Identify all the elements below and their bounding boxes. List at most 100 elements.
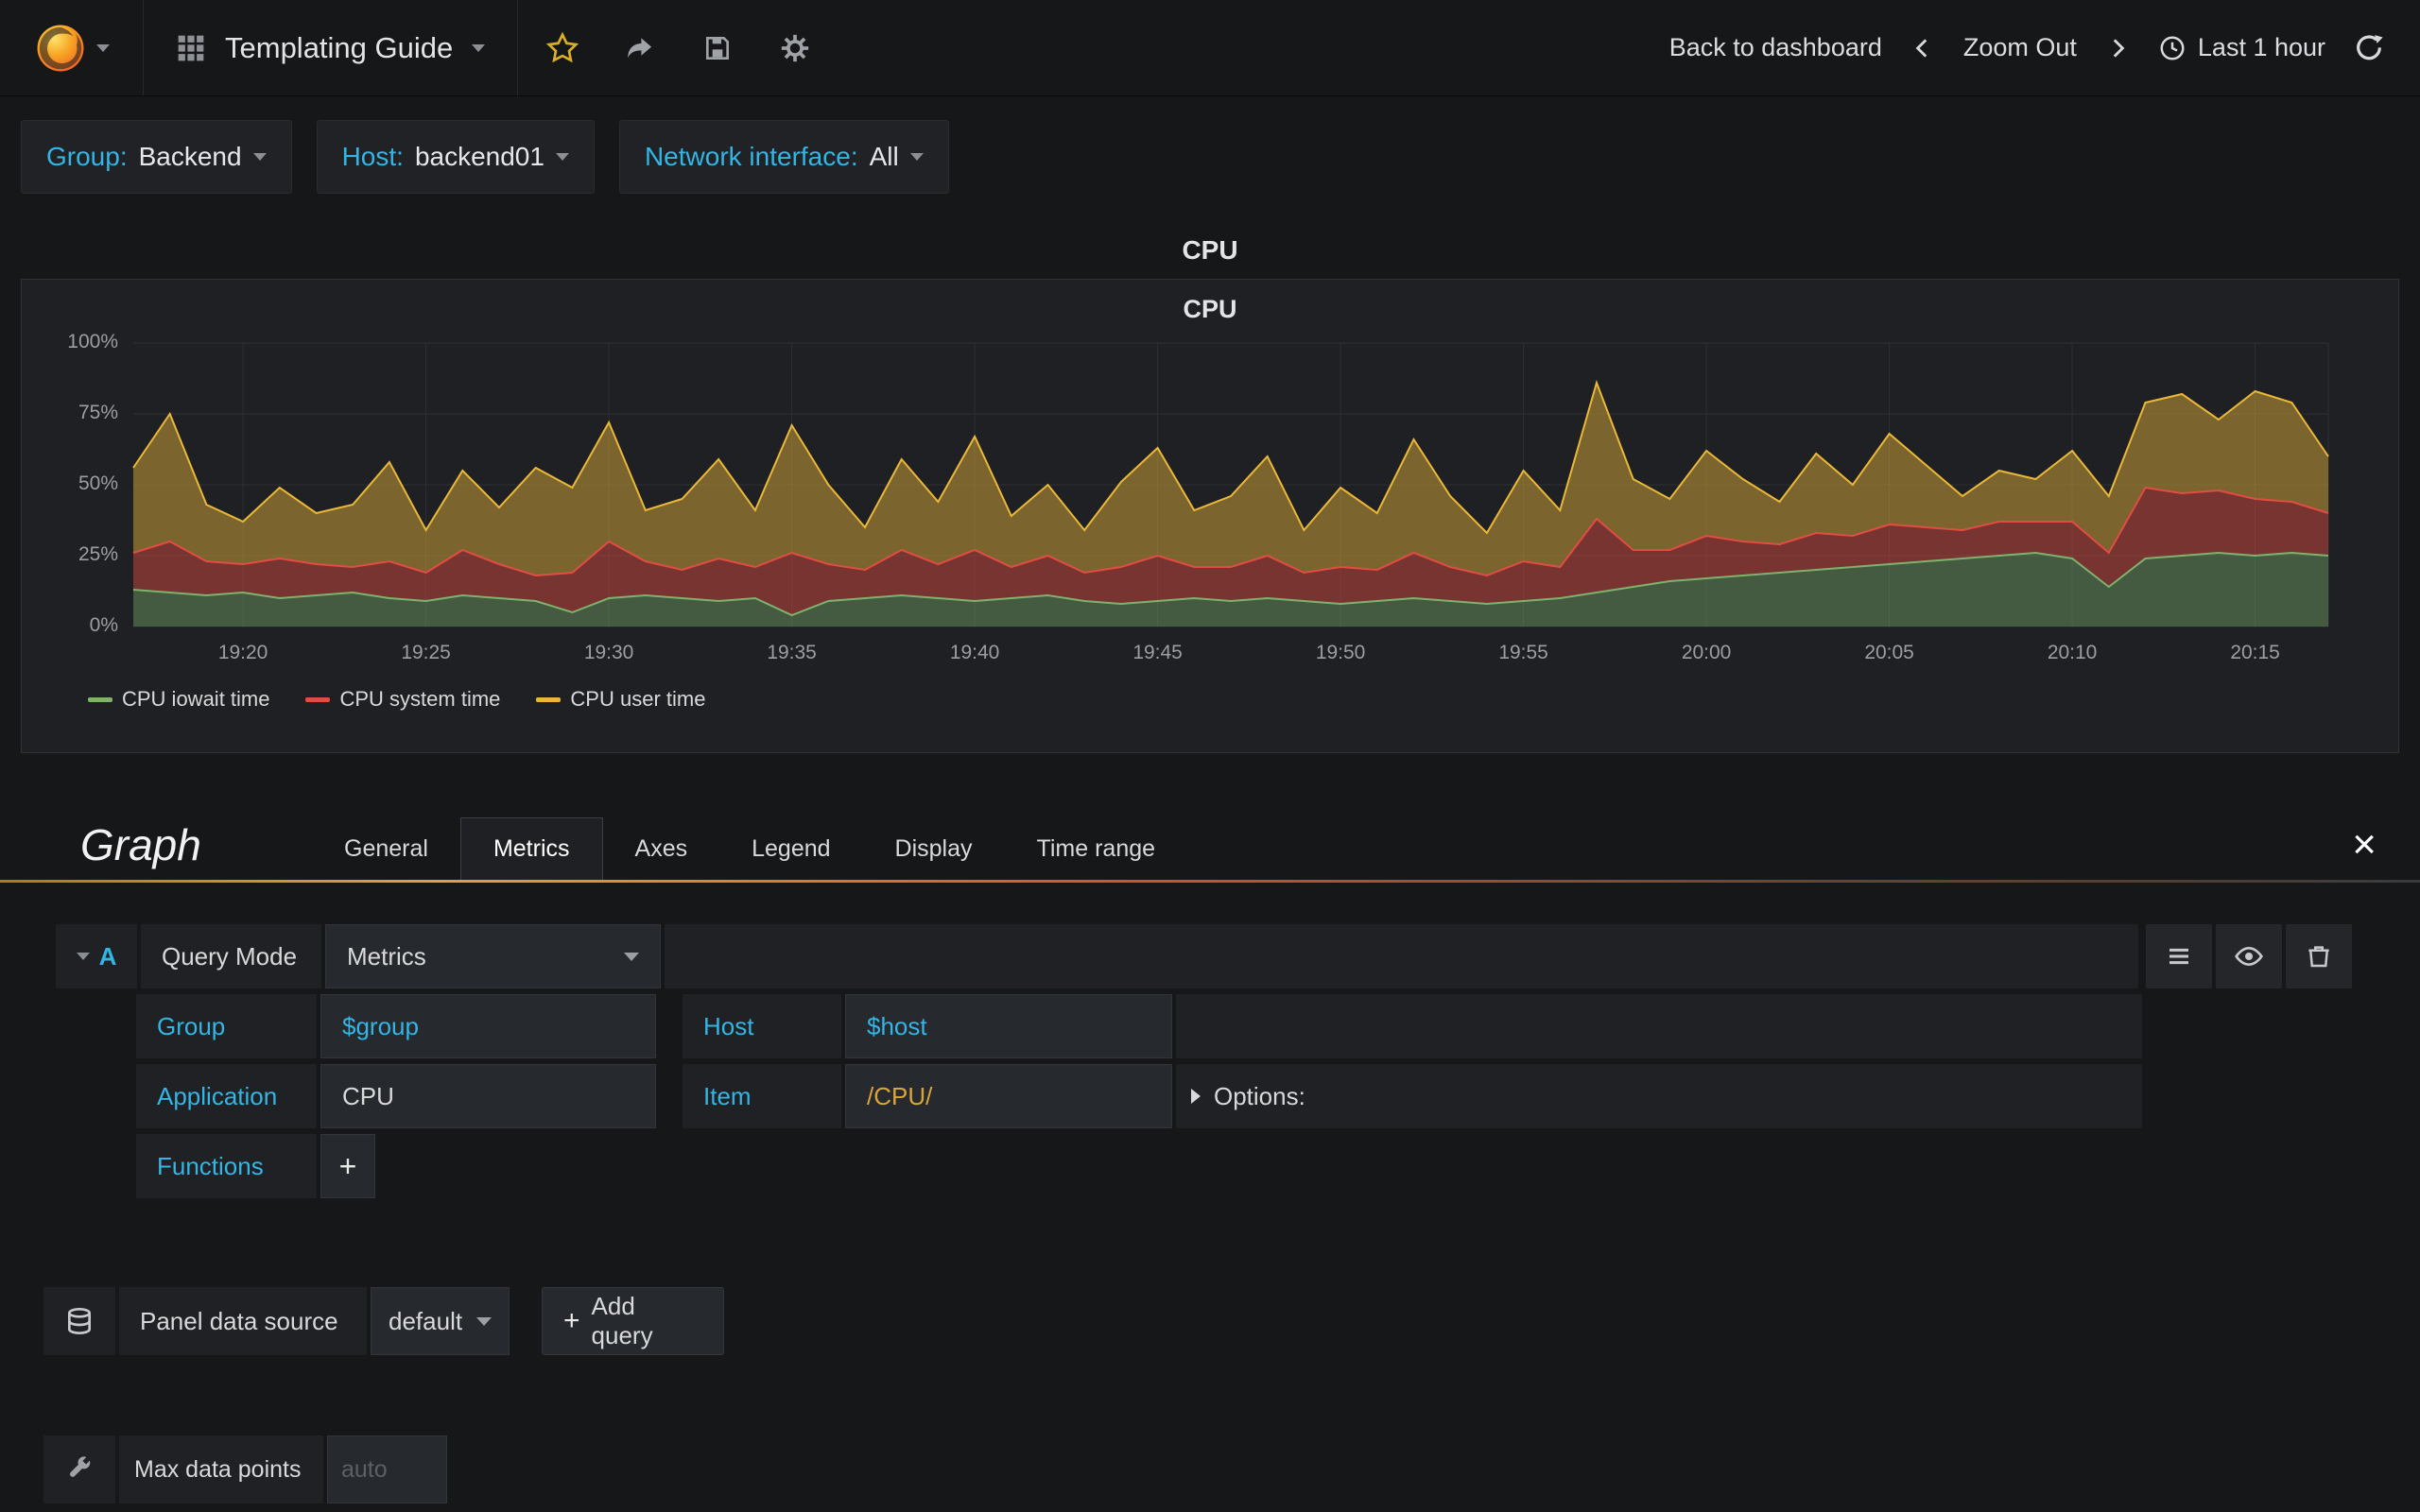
- panel-type-label: Graph: [80, 820, 201, 869]
- tab-time-range[interactable]: Time range: [1005, 818, 1188, 880]
- max-data-points-label: Max data points: [119, 1435, 323, 1503]
- datasource-label: Panel data source: [119, 1287, 367, 1355]
- query-disable-button[interactable]: [2216, 924, 2282, 988]
- share-button[interactable]: [601, 0, 679, 96]
- legend-item[interactable]: CPU user time: [536, 687, 705, 712]
- query-row-application-item: Application CPU Item /CPU/ Options:: [136, 1064, 2146, 1128]
- navbar-right: Back to dashboard Zoom Out Last 1 hour: [1669, 0, 2420, 95]
- close-icon[interactable]: ×: [2352, 823, 2377, 865]
- settings-button[interactable]: [756, 0, 834, 96]
- eye-icon: [2235, 946, 2263, 967]
- host-field[interactable]: $host: [845, 994, 1172, 1058]
- query-collapse-toggle[interactable]: A: [56, 924, 137, 988]
- legend-series-name: CPU system time: [339, 687, 501, 711]
- x-axis-label: 19:20: [217, 642, 268, 663]
- star-icon: [546, 31, 579, 62]
- query-delete-button[interactable]: [2286, 924, 2352, 988]
- query-mode-dropdown[interactable]: Metrics: [325, 924, 661, 988]
- navbar-actions: [518, 0, 834, 95]
- legend-series-swatch: [88, 696, 112, 702]
- panel-editor: Graph General Metrics Axes Legend Displa…: [0, 785, 2420, 1503]
- x-axis-label: 19:30: [583, 642, 634, 663]
- template-variables-row: Group: Backend Host: backend01 Network i…: [0, 96, 2420, 216]
- query-menu-button[interactable]: [2146, 924, 2212, 988]
- chevron-down-icon: [252, 153, 267, 161]
- dashboard-title: Templating Guide: [225, 30, 454, 64]
- application-field[interactable]: CPU: [320, 1064, 656, 1128]
- y-axis-label: 75%: [78, 402, 118, 423]
- max-data-points-input[interactable]: [327, 1435, 447, 1503]
- variable-netif-dropdown[interactable]: Network interface: All: [618, 120, 949, 194]
- host-value: $host: [867, 1011, 927, 1040]
- cpu-graph-plot[interactable]: [132, 342, 2329, 627]
- dashboard-title-button[interactable]: Templating Guide: [144, 0, 519, 95]
- legend-series-name: CPU user time: [570, 687, 706, 711]
- grafana-logo-button[interactable]: [0, 0, 144, 95]
- datasource-row: Panel data source default + Add query: [43, 1287, 2420, 1355]
- group-value: $group: [342, 1011, 419, 1040]
- query-letter: A: [98, 941, 117, 971]
- x-axis-label: 19:55: [1498, 642, 1548, 663]
- legend-item[interactable]: CPU system time: [305, 687, 500, 712]
- panel-title[interactable]: CPU: [22, 280, 2398, 324]
- save-button[interactable]: [679, 0, 756, 96]
- group-field[interactable]: $group: [320, 994, 656, 1058]
- query-row-spacer: [665, 924, 2138, 988]
- group-label: Group: [136, 994, 317, 1058]
- zoom-out-button[interactable]: Zoom Out: [1963, 33, 2077, 62]
- legend-series-swatch: [305, 696, 331, 702]
- x-axis-label: 20:00: [1681, 642, 1732, 663]
- query-editor: A Query Mode Metrics Group $group Host $…: [0, 924, 2420, 1503]
- chevron-down-icon: [476, 1316, 492, 1326]
- query-mode-value: Metrics: [347, 941, 426, 971]
- dashboard-grid-icon: [176, 33, 206, 63]
- options-toggle[interactable]: Options:: [1176, 1064, 2142, 1128]
- variable-label: Group:: [46, 142, 128, 171]
- gear-icon: [782, 34, 809, 61]
- graph-legend: CPU iowait time CPU system time CPU user t…: [88, 687, 705, 712]
- tab-legend[interactable]: Legend: [719, 818, 862, 880]
- share-icon: [628, 37, 652, 58]
- time-shift-right-button[interactable]: [2105, 34, 2130, 62]
- hamburger-menu-icon: [2169, 948, 2188, 965]
- query-mode-label: Query Mode: [141, 924, 321, 988]
- variable-value: All: [869, 142, 899, 171]
- chevron-down-icon: [472, 43, 486, 52]
- panel-header-title: CPU: [1182, 235, 1238, 265]
- grafana-logo-icon: [34, 22, 87, 75]
- tab-general[interactable]: General: [312, 818, 460, 880]
- time-shift-left-button[interactable]: [1910, 34, 1935, 62]
- time-picker-button[interactable]: Last 1 hour: [2158, 33, 2325, 62]
- variable-host-dropdown[interactable]: Host: backend01: [316, 120, 595, 194]
- query-row-functions: Functions +: [136, 1134, 2420, 1198]
- chevron-down-icon: [555, 153, 569, 161]
- x-axis-label: 19:35: [767, 642, 817, 663]
- star-button[interactable]: [524, 0, 601, 96]
- tab-axes[interactable]: Axes: [603, 818, 720, 880]
- item-field[interactable]: /CPU/: [845, 1064, 1172, 1128]
- legend-item[interactable]: CPU iowait time: [88, 687, 269, 712]
- y-axis-label: 50%: [78, 472, 118, 494]
- variable-value: Backend: [138, 142, 242, 171]
- tab-underline: [0, 880, 2420, 883]
- x-axis-label: 19:50: [1315, 642, 1366, 663]
- back-to-dashboard-button[interactable]: Back to dashboard: [1669, 33, 1882, 62]
- legend-series-name: CPU iowait time: [122, 687, 270, 711]
- tab-display[interactable]: Display: [863, 818, 1005, 880]
- refresh-button[interactable]: [2354, 33, 2384, 63]
- tab-metrics[interactable]: Metrics: [459, 817, 603, 880]
- host-label: Host: [683, 994, 841, 1058]
- x-axis-label: 20:15: [2230, 642, 2280, 663]
- y-axis-label: 100%: [67, 331, 118, 352]
- wrench-icon: [70, 1456, 91, 1477]
- save-icon: [706, 36, 730, 60]
- x-axis-label: 20:05: [1864, 642, 1914, 663]
- datasource-dropdown[interactable]: default: [371, 1287, 510, 1355]
- trash-icon: [2308, 946, 2329, 968]
- add-query-button[interactable]: + Add query: [542, 1287, 724, 1355]
- options-icon-cell: [43, 1435, 115, 1503]
- item-value: /CPU/: [867, 1081, 933, 1110]
- add-function-button[interactable]: +: [320, 1134, 375, 1198]
- chevron-right-icon: [2113, 38, 2125, 58]
- variable-group-dropdown[interactable]: Group: Backend: [21, 120, 292, 194]
